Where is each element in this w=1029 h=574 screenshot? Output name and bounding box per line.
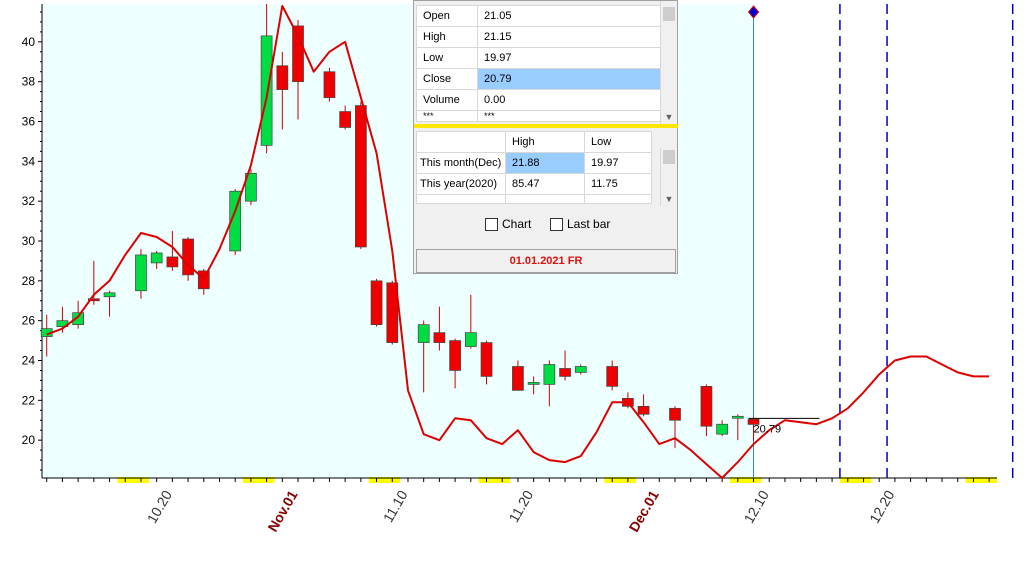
col-low-header: Low [584,131,652,153]
future-area [753,4,997,478]
table-row[interactable]: Volume 0.00 [416,89,662,111]
row-value: 19.97 [477,47,662,69]
date-label: 10.20 [144,487,175,526]
candle-down [276,65,289,90]
table-row[interactable]: High 21.15 [416,26,662,48]
y-tick-label: 22 [22,393,36,407]
info-panel: Open 21.05 High 21.15 Low 19.97 Close 20… [413,0,678,274]
ohlc-table: Open 21.05 High 21.15 Low 19.97 Close 20… [416,5,662,122]
chart-checkbox-label: Chart [502,217,532,231]
scroll-thumb[interactable] [663,7,675,21]
candle-up [260,35,273,146]
y-tick-label: 38 [22,75,36,89]
y-tick-label: 20 [22,433,36,447]
candle-down [166,256,179,268]
y-tick-label: 30 [22,234,36,248]
period-low: 11.75 [584,173,652,195]
y-tick-label: 26 [22,314,36,328]
checkbox-icon[interactable] [485,217,498,231]
candle-down [355,105,367,248]
month-label: Nov.01 [264,487,300,534]
row-label: *** [416,110,478,122]
splitter-bar[interactable] [414,124,678,128]
table-row[interactable]: Close 20.79 [416,68,662,90]
y-tick-label: 28 [22,274,36,288]
table-row[interactable]: *** *** [416,110,662,122]
date-label: 12.20 [866,487,897,526]
period-low: 19.97 [584,152,652,174]
table-row[interactable]: Open 21.05 [416,5,662,27]
date-status: 01.01.2021 FR [416,249,676,273]
candle-down [323,71,336,98]
table-row[interactable]: This year(2020) 85.47 11.75 [416,173,652,195]
scroll-down-icon[interactable]: ▼ [661,112,677,122]
period-label: This year(2020) [416,173,506,195]
row-label: Close [416,68,478,90]
date-label: 11.20 [505,487,536,525]
row-value: *** [477,110,662,122]
table-row[interactable]: Low 19.97 [416,47,662,69]
row-label: Volume [416,89,478,111]
candle-down [512,366,524,391]
candle-up [543,364,556,385]
row-value: 21.05 [477,5,662,27]
candle-up [716,423,728,435]
col-high-header: High [505,131,585,153]
candle-down [606,366,619,387]
period-label: This month(Dec) [416,152,506,174]
candle-down [669,407,681,421]
scroll-down-icon[interactable]: ▼ [661,194,677,204]
period-high: 85.47 [505,173,585,195]
candle-up [417,324,430,343]
candle-up [464,332,477,347]
candle-down [559,368,571,377]
y-tick-label: 24 [22,353,36,367]
date-label: 11.10 [380,487,411,525]
ohlc-scrollbar[interactable]: ▼ [660,1,677,124]
row-value: 21.15 [477,26,662,48]
scroll-thumb[interactable] [663,150,675,164]
checkbox-icon[interactable] [550,217,563,231]
row-value-selected: 20.79 [477,68,662,90]
current-price-label: 20.79 [754,423,782,435]
candle-up [103,292,116,298]
candle-up [150,252,163,264]
period-table: High Low This month(Dec) 21.88 19.97 Thi… [416,131,652,204]
y-tick-label: 32 [22,194,36,208]
candle-down [637,405,650,415]
candle-down [449,340,461,371]
last-bar-checkbox-label: Last bar [567,217,611,231]
chart-checkbox[interactable]: Chart [485,217,531,231]
month-label: Dec.01 [625,487,662,534]
y-tick-label: 34 [22,154,36,168]
candle-up [135,254,147,292]
candle-down [700,386,713,427]
date-label: 12.10 [740,487,771,526]
period-high: 21.88 [505,152,585,174]
row-label: Low [416,47,478,69]
candle-down [370,280,383,325]
candle-down [480,342,493,377]
y-tick-label: 36 [22,115,36,129]
table-header-row: High Low [416,131,652,153]
row-label: Open [416,5,478,27]
y-tick-label: 40 [22,35,36,49]
candle-up [527,382,540,385]
candle-up [731,415,744,419]
candle-down [339,111,351,128]
table-row[interactable]: This month(Dec) 21.88 19.97 [416,152,652,174]
row-label: High [416,26,478,48]
row-value: 0.00 [477,89,662,111]
candle-up [574,366,587,373]
candle-down [433,332,446,343]
period-scrollbar[interactable]: ▼ [660,148,677,206]
last-bar-checkbox[interactable]: Last bar [550,217,610,231]
